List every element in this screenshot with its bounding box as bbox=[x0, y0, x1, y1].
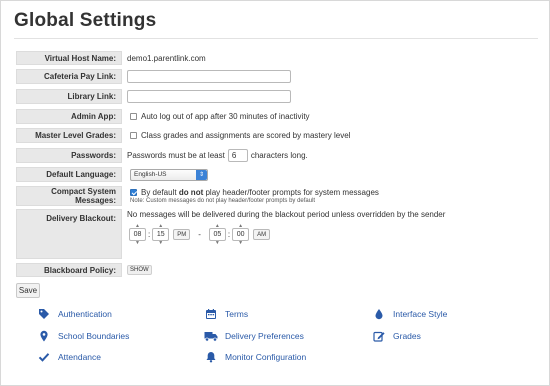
compact-text-before: By default bbox=[141, 188, 177, 197]
master-grades-label: Master Level Grades: bbox=[16, 128, 122, 143]
blackout-text: No messages will be delivered during the… bbox=[127, 210, 446, 219]
library-row: Library Link: bbox=[16, 89, 538, 104]
passwords-suffix: characters long. bbox=[250, 151, 308, 160]
droplet-icon bbox=[372, 308, 386, 320]
link-label: Grades bbox=[393, 331, 421, 341]
title-divider bbox=[14, 38, 538, 39]
link-label: Terms bbox=[225, 309, 249, 319]
admin-app-text: Auto log out of app after 30 minutes of … bbox=[141, 112, 310, 121]
default-language-select[interactable]: English-US ⇕ bbox=[130, 168, 208, 181]
virtual-host-value: demo1.parentlink.com bbox=[127, 53, 206, 63]
link-grades[interactable]: Grades bbox=[372, 330, 421, 342]
link-label: Interface Style bbox=[393, 309, 448, 319]
admin-app-row: Admin App: Auto log out of app after 30 … bbox=[16, 109, 538, 124]
link-school-boundaries[interactable]: School Boundaries bbox=[37, 330, 129, 342]
map-pin-icon bbox=[37, 330, 51, 342]
link-label: Authentication bbox=[58, 309, 112, 319]
virtual-host-label: Virtual Host Name: bbox=[16, 51, 122, 65]
link-terms[interactable]: Terms bbox=[204, 308, 248, 320]
start-ampm-button[interactable]: PM bbox=[173, 229, 191, 240]
master-grades-row: Master Level Grades: Class grades and as… bbox=[16, 128, 538, 143]
library-link-input[interactable] bbox=[127, 90, 291, 103]
passwords-prefix: Passwords must be at least bbox=[127, 151, 225, 160]
master-grades-text: Class grades and assignments are scored … bbox=[141, 131, 351, 140]
default-language-value: English-US bbox=[134, 171, 167, 178]
blackout-row: Delivery Blackout: No messages will be d… bbox=[16, 209, 538, 259]
bell-icon bbox=[204, 351, 218, 363]
master-grades-checkbox[interactable] bbox=[130, 132, 137, 139]
compact-label: Compact System Messages: bbox=[16, 186, 122, 206]
blackout-label: Delivery Blackout: bbox=[16, 209, 122, 259]
calendar-icon bbox=[204, 308, 218, 320]
start-hour-down-icon[interactable]: ▼ bbox=[129, 241, 146, 246]
chevron-updown-icon: ⇕ bbox=[196, 169, 207, 180]
end-minute-down-icon[interactable]: ▼ bbox=[232, 241, 249, 246]
edit-icon bbox=[372, 330, 386, 342]
compact-row: Compact System Messages: By default do n… bbox=[16, 186, 538, 206]
language-row: Default Language: English-US ⇕ bbox=[16, 167, 538, 182]
check-icon bbox=[37, 351, 51, 363]
compact-text-after: play header/footer prompts for system me… bbox=[205, 188, 379, 197]
cafeteria-row: Cafeteria Pay Link: bbox=[16, 69, 538, 84]
admin-app-label: Admin App: bbox=[16, 109, 122, 124]
blackboard-label: Blackboard Policy: bbox=[16, 263, 122, 277]
language-label: Default Language: bbox=[16, 167, 122, 182]
global-settings-page: Global Settings Virtual Host Name: demo1… bbox=[0, 0, 550, 386]
admin-app-checkbox[interactable] bbox=[130, 113, 137, 120]
blackout-time-range: ▲ 08 ▼ : ▲ 15 ▼ PM - ▲ 05 ▼ : ▲ 00 ▼ AM bbox=[129, 224, 271, 246]
link-label: Attendance bbox=[58, 352, 102, 362]
time-range-separator: - bbox=[198, 230, 201, 239]
compact-note: Note: Custom messages do not play header… bbox=[130, 198, 316, 204]
link-authentication[interactable]: Authentication bbox=[37, 308, 112, 320]
blackboard-row: Blackboard Policy: SHOW bbox=[16, 263, 538, 277]
page-title: Global Settings bbox=[14, 10, 157, 31]
start-minute-down-icon[interactable]: ▼ bbox=[152, 241, 169, 246]
passwords-label: Passwords: bbox=[16, 148, 122, 163]
link-delivery-preferences[interactable]: Delivery Preferences bbox=[204, 330, 304, 342]
passwords-row: Passwords: Passwords must be at least 6 … bbox=[16, 148, 538, 163]
library-label: Library Link: bbox=[16, 89, 122, 104]
compact-messages-checkbox[interactable] bbox=[130, 189, 137, 196]
link-attendance[interactable]: Attendance bbox=[37, 351, 101, 363]
link-label: Delivery Preferences bbox=[225, 331, 304, 341]
end-hour-down-icon[interactable]: ▼ bbox=[209, 241, 226, 246]
compact-text-bold: do not bbox=[178, 188, 204, 197]
blackboard-show-button[interactable]: SHOW bbox=[127, 265, 152, 275]
save-button[interactable]: Save bbox=[16, 283, 40, 298]
link-label: Monitor Configuration bbox=[225, 352, 307, 362]
virtual-host-row: Virtual Host Name: demo1.parentlink.com bbox=[16, 51, 538, 65]
link-label: School Boundaries bbox=[58, 331, 130, 341]
truck-icon bbox=[204, 330, 218, 342]
cafeteria-pay-link-input[interactable] bbox=[127, 70, 291, 83]
link-interface-style[interactable]: Interface Style bbox=[372, 308, 447, 320]
tag-icon bbox=[37, 308, 51, 320]
cafeteria-label: Cafeteria Pay Link: bbox=[16, 69, 122, 84]
link-monitor-configuration[interactable]: Monitor Configuration bbox=[204, 351, 306, 363]
password-min-length-input[interactable]: 6 bbox=[227, 149, 248, 162]
end-ampm-button[interactable]: AM bbox=[253, 229, 271, 240]
